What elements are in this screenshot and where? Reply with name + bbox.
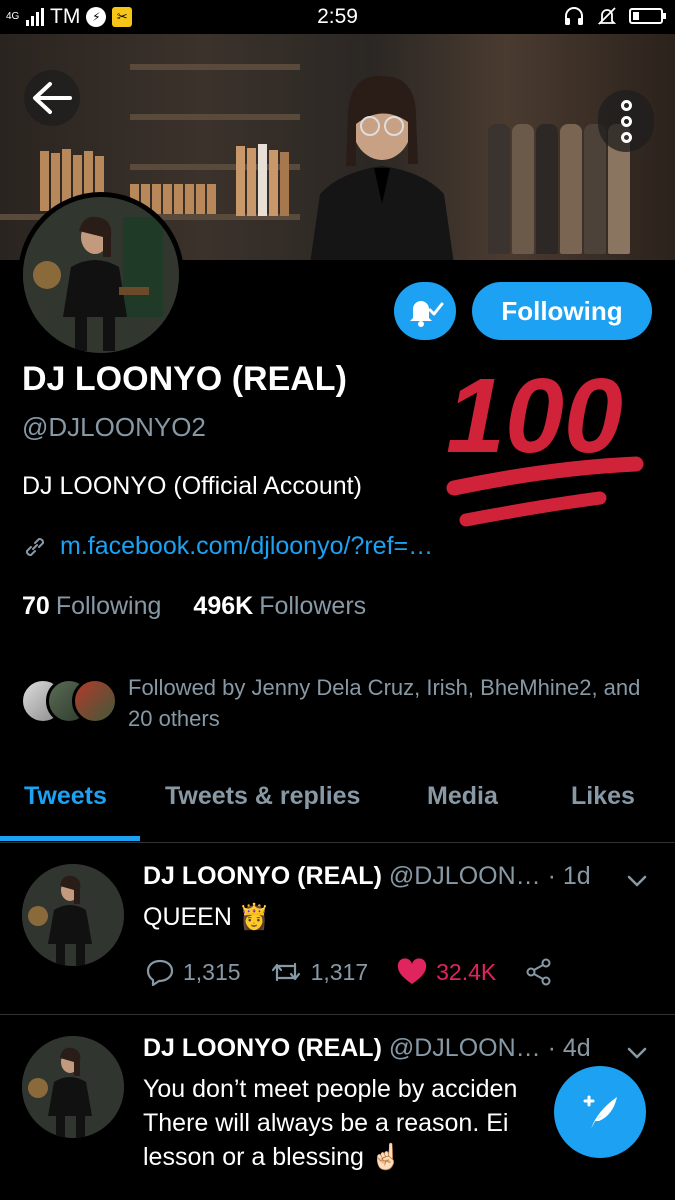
- banner-shelf: [130, 64, 300, 70]
- profile-avatar[interactable]: [18, 192, 184, 358]
- followed-by-text: Followed by Jenny Dela Cruz, Irish, BheM…: [128, 675, 641, 731]
- tweet-time: · 1d: [547, 862, 591, 890]
- avatar-image: [23, 197, 179, 353]
- banner-coat: [536, 124, 558, 254]
- share-button[interactable]: [524, 958, 554, 986]
- banner-books: [236, 144, 289, 216]
- active-tab-indicator: [0, 836, 140, 841]
- compose-tweet-icon: [583, 1095, 617, 1129]
- profile-bio: DJ LOONYO (Official Account): [22, 472, 362, 500]
- retweet-button[interactable]: 1,317: [269, 958, 369, 986]
- banner-shelf: [130, 114, 300, 120]
- reply-icon: [146, 959, 174, 986]
- tab-likes[interactable]: Likes: [571, 782, 635, 811]
- reply-count: 1,315: [183, 958, 241, 985]
- retweet-count: 1,317: [310, 958, 369, 985]
- followers-count-link[interactable]: 496K Followers: [193, 592, 366, 621]
- tweet-header: DJ LOONYO (REAL) @DJLOON… · 4d: [143, 1034, 591, 1063]
- like-button[interactable]: 32.4K: [396, 958, 496, 986]
- banner-coat: [512, 124, 534, 254]
- tweet-author-handle: @DJLOON…: [388, 1034, 541, 1062]
- more-options-button[interactable]: [598, 90, 654, 152]
- tweet-avatar[interactable]: [22, 864, 124, 966]
- profile-link[interactable]: m.facebook.com/djloonyo/?ref=…: [60, 532, 433, 561]
- tweet-avatar-image: [22, 864, 124, 966]
- tweet-actions: 1,315 1,317 32.4K: [145, 958, 582, 986]
- headphones-icon: [565, 7, 583, 25]
- mute-icon: [597, 7, 617, 25]
- followers-count: 496K: [193, 592, 254, 620]
- reply-button[interactable]: 1,315: [145, 958, 241, 986]
- tweet-time: · 4d: [547, 1034, 591, 1062]
- following-count-link[interactable]: 70 Following: [22, 592, 161, 621]
- like-count: 32.4K: [436, 958, 497, 985]
- tweet-avatar-image: [22, 1036, 124, 1138]
- chevron-down-icon[interactable]: [624, 1040, 650, 1066]
- followers-label: Followers: [259, 592, 367, 620]
- tweet-author-name: DJ LOONYO (REAL): [143, 862, 382, 890]
- avatar-person-image: [23, 197, 179, 353]
- follower-avatar: [72, 678, 118, 724]
- followed-by-row[interactable]: Followed by Jenny Dela Cruz, Irish, BheM…: [20, 672, 648, 734]
- banner-coat: [560, 124, 582, 254]
- banner-coat: [488, 124, 510, 254]
- status-right: [563, 6, 666, 26]
- following-button[interactable]: Following: [472, 282, 652, 340]
- profile-tabs: Tweets Tweets & replies Media Likes: [0, 760, 675, 843]
- arrow-left-icon: [33, 82, 72, 114]
- followed-by-avatars: [20, 678, 120, 730]
- tweet-text: QUEEN 👸: [143, 903, 270, 931]
- compose-tweet-button[interactable]: [554, 1066, 646, 1158]
- tab-media[interactable]: Media: [427, 782, 498, 811]
- following-count: 70: [22, 592, 50, 620]
- more-vertical-icon: [620, 99, 632, 111]
- status-bar: 4G TM ⚡ ✂ 2:59: [0, 0, 675, 34]
- battery-level: [633, 12, 639, 20]
- banner-coat: [584, 124, 606, 254]
- chevron-down-icon[interactable]: [624, 868, 650, 894]
- banner-person-image: [310, 75, 454, 260]
- following-label: Following: [55, 592, 162, 620]
- hundred-text: 100: [446, 360, 623, 475]
- bell-check-icon: [410, 301, 444, 327]
- battery-icon: [629, 8, 666, 24]
- back-button[interactable]: [24, 70, 80, 126]
- profile-display-name: DJ LOONYO (REAL): [22, 360, 347, 398]
- profile-link-row[interactable]: m.facebook.com/djloonyo/?ref=…: [22, 532, 433, 561]
- profile-handle: @DJLOONYO2: [22, 412, 206, 442]
- follow-counts: 70 Following 496K Followers: [22, 592, 366, 621]
- tweet-header: DJ LOONYO (REAL) @DJLOON… · 1d: [143, 862, 591, 891]
- tweet-avatar[interactable]: [22, 1036, 124, 1138]
- tab-tweets-and-replies[interactable]: Tweets & replies: [165, 782, 360, 811]
- tab-tweets[interactable]: Tweets: [24, 782, 107, 811]
- tweet-author-handle: @DJLOON…: [388, 862, 541, 890]
- heart-filled-icon: [397, 958, 427, 984]
- tweet-author-name: DJ LOONYO (REAL): [143, 1034, 382, 1062]
- link-icon: [25, 537, 45, 556]
- notifications-toggle-button[interactable]: [394, 282, 456, 340]
- hundred-points-sticker: 100: [446, 360, 644, 527]
- tweet-divider: [0, 1014, 675, 1015]
- retweet-icon: [271, 962, 300, 982]
- share-icon: [526, 958, 551, 986]
